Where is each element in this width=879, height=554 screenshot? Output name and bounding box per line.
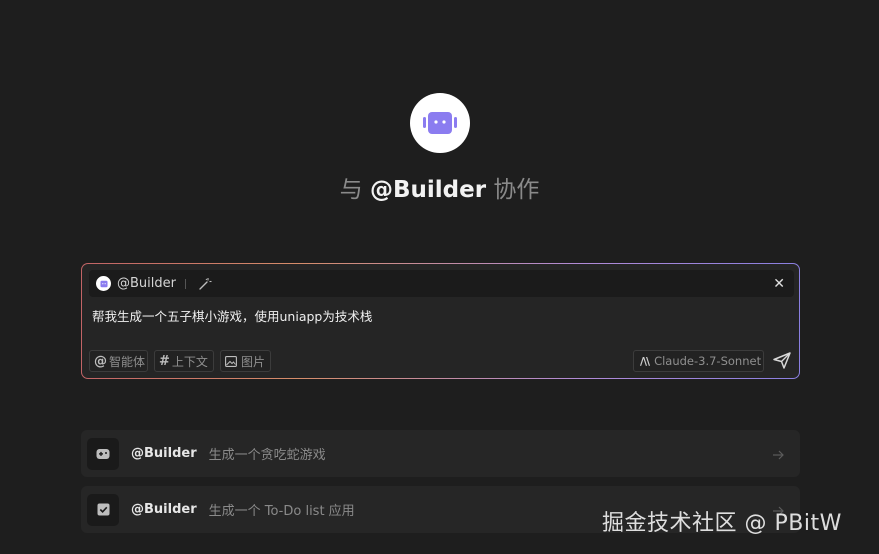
watermark: 掘金技术社区 @ PBitW	[602, 511, 842, 536]
suggestion-card[interactable]: @Builder 生成一个贪吃蛇游戏	[81, 430, 800, 477]
prompt-input[interactable]: 帮我生成一个五子棋小游戏，使用uniapp为技术栈	[92, 306, 372, 325]
model-label: Claude-3.7-Sonnet	[654, 354, 762, 368]
context-button-label: 上下文	[171, 354, 208, 369]
hash-icon: #	[159, 353, 170, 369]
at-icon: @	[94, 353, 107, 369]
title-agent: @Builder	[369, 177, 487, 203]
suggestion-text: 生成一个 To-Do list 应用	[208, 504, 355, 519]
agent-avatar	[96, 276, 111, 291]
builder-logo	[410, 93, 470, 153]
gamepad-icon	[87, 437, 119, 470]
image-button-label: 图片	[241, 354, 266, 369]
image-button[interactable]: 图片	[220, 350, 271, 372]
agent-button-label: 智能体	[109, 354, 146, 369]
robot-icon	[423, 112, 457, 134]
context-button[interactable]: # 上下文	[154, 350, 214, 372]
checkbox-icon	[87, 493, 119, 526]
arrow-right-icon	[772, 446, 784, 465]
suggestion-text: 生成一个贪吃蛇游戏	[208, 448, 326, 463]
title-suffix: 协作	[493, 177, 540, 203]
agent-chip-bar: @Builder ✕	[89, 270, 794, 297]
title-prefix: 与	[339, 177, 363, 203]
anthropic-icon: /\\	[640, 354, 650, 368]
image-icon	[225, 355, 237, 367]
chat-composer: @Builder ✕ 帮我生成一个五子棋小游戏，使用uniapp为技术栈 @ 智…	[81, 263, 800, 379]
magic-wand-icon[interactable]	[198, 277, 212, 291]
chip-divider	[184, 278, 186, 289]
suggestion-agent: @Builder	[131, 502, 197, 517]
model-selector[interactable]: /\\ Claude-3.7-Sonnet	[633, 350, 764, 372]
page-title: 与 @Builder 协作	[0, 170, 879, 204]
agent-button[interactable]: @ 智能体	[89, 350, 148, 372]
robot-icon	[99, 280, 108, 287]
suggestion-agent: @Builder	[131, 446, 197, 461]
close-icon[interactable]: ✕	[773, 276, 785, 292]
send-icon[interactable]	[773, 352, 791, 373]
agent-chip-label[interactable]: @Builder	[117, 276, 176, 291]
